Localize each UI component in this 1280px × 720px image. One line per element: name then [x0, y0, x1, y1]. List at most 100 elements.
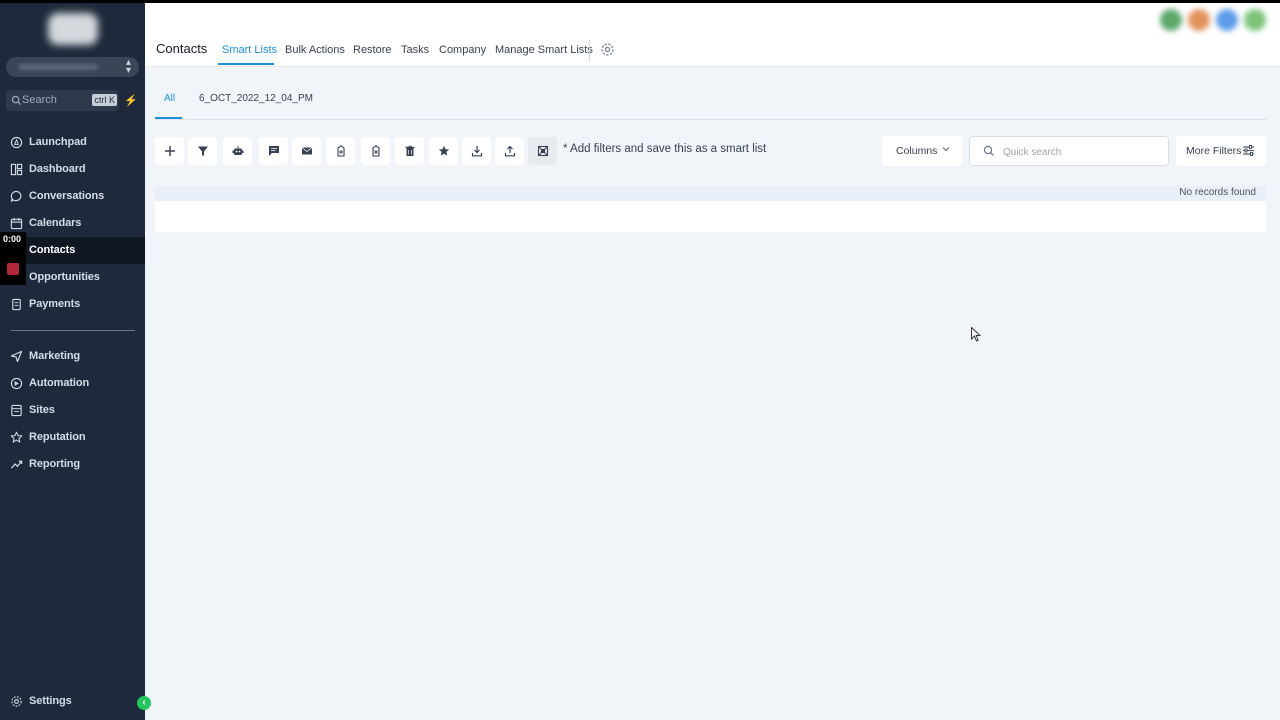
quick-search-input[interactable]: [1003, 144, 1153, 160]
search-icon: [983, 145, 994, 156]
merge-button[interactable]: [528, 137, 557, 165]
table-body: [155, 201, 1266, 232]
mail-icon: [301, 147, 312, 155]
payments-icon: [12, 298, 21, 311]
tab-tasks[interactable]: Tasks: [401, 44, 429, 56]
sidebar-item-reputation[interactable]: Reputation: [0, 424, 145, 451]
tab-restore[interactable]: Restore: [353, 44, 392, 56]
sidebar-item-settings[interactable]: Settings: [0, 688, 145, 715]
chevron-down-icon: [942, 147, 950, 152]
plus-icon: [164, 146, 175, 156]
sidebar-item-label: Settings: [29, 695, 72, 707]
account-switcher[interactable]: ▴ ▾: [6, 57, 139, 77]
filter-button[interactable]: [188, 137, 217, 165]
columns-label: Columns: [896, 145, 938, 157]
more-filters-button[interactable]: More Filters: [1176, 136, 1266, 166]
sidebar-item-dashboard[interactable]: Dashboard: [0, 156, 145, 183]
dashboard-icon: [10, 163, 23, 176]
trend-icon: [10, 460, 23, 469]
avatar[interactable]: [1160, 9, 1182, 31]
smart-list-hint: * Add filters and save this as a smart l…: [563, 143, 767, 155]
review-request-button[interactable]: [429, 137, 458, 165]
more-filters-label: More Filters: [1186, 145, 1242, 157]
sidebar-item-automation[interactable]: Automation: [0, 370, 145, 397]
sidebar-item-sites[interactable]: Sites: [0, 397, 145, 424]
sidebar-item-label: Reputation: [29, 431, 86, 443]
top-nav: Contacts Smart Lists Bulk Actions Restor…: [145, 0, 1280, 67]
sidebar-item-label: Reporting: [29, 458, 81, 470]
message-icon: [268, 146, 279, 156]
sidebar-item-label: Opportunities: [29, 271, 100, 283]
sidebar-item-label: Automation: [29, 377, 90, 389]
sidebar-item-label: Dashboard: [29, 163, 86, 175]
mouse-cursor-icon: [971, 327, 981, 342]
sidebar-item-label: Marketing: [29, 350, 81, 362]
account-name: [18, 64, 98, 70]
sidebar-item-label: Contacts: [29, 244, 76, 256]
export-button[interactable]: [462, 137, 491, 165]
send-email-button[interactable]: [292, 137, 321, 165]
page-title: Contacts: [156, 41, 208, 56]
sidebar: ▴ ▾ Search ctrl K ⚡ Launchpad Dashboard C…: [0, 0, 151, 720]
import-button[interactable]: [495, 137, 524, 165]
sidebar-item-reporting[interactable]: Reporting: [0, 451, 145, 478]
company-logo[interactable]: [48, 13, 98, 45]
search-shortcut: ctrl K: [92, 94, 117, 106]
robot-icon: [232, 146, 243, 155]
remove-tag-button[interactable]: [361, 137, 390, 165]
sliders-icon: [1243, 145, 1254, 156]
automation-icon: [10, 377, 23, 390]
sidebar-item-label: Payments: [29, 298, 81, 310]
sidebar-item-label: Sites: [29, 404, 55, 416]
sidebar-item-conversations[interactable]: Conversations: [0, 183, 145, 210]
columns-dropdown[interactable]: Columns: [882, 136, 962, 166]
tab-company[interactable]: Company: [439, 44, 486, 56]
search-icon: [11, 95, 22, 106]
add-tag-button[interactable]: [326, 137, 355, 165]
avatar[interactable]: [1244, 9, 1266, 31]
sidebar-item-launchpad[interactable]: Launchpad: [0, 129, 145, 156]
subtab-divider: [155, 119, 1267, 120]
sidebar-divider: [11, 330, 135, 331]
tag-add-icon: [336, 145, 345, 157]
star-icon: [438, 145, 449, 156]
smartlist-tab-all[interactable]: All: [164, 93, 175, 104]
updown-chevron-icon: ▴ ▾: [125, 57, 131, 76]
delete-button[interactable]: [395, 137, 424, 165]
settings-gear-icon[interactable]: [600, 42, 615, 57]
tag-remove-icon: [371, 145, 380, 157]
user-avatars[interactable]: [1160, 9, 1270, 33]
sidebar-search[interactable]: Search ctrl K: [6, 90, 119, 111]
add-contact-button[interactable]: [155, 137, 184, 165]
gear-icon: [11, 696, 22, 707]
sidebar-item-payments[interactable]: Payments: [0, 291, 145, 318]
main-content: All 6_OCT_2022_12_04_PM * Add filters an…: [145, 67, 1280, 720]
quick-actions-bolt-icon[interactable]: ⚡: [124, 93, 138, 109]
recording-timer[interactable]: 0:00: [0, 232, 26, 285]
automation-button[interactable]: [223, 137, 252, 165]
sidebar-item-label: Calendars: [29, 217, 82, 229]
tab-smart-lists[interactable]: Smart Lists: [222, 44, 277, 56]
chat-icon: [10, 190, 22, 202]
sites-icon: [11, 404, 22, 417]
tab-manage-smart-lists[interactable]: Manage Smart Lists: [495, 44, 593, 56]
send-icon: [10, 350, 23, 363]
sidebar-item-label: Conversations: [29, 190, 105, 202]
sidebar-item-marketing[interactable]: Marketing: [0, 343, 145, 370]
smartlist-tab-saved[interactable]: 6_OCT_2022_12_04_PM: [199, 93, 313, 104]
merge-icon: [537, 145, 548, 157]
sidebar-item-label: Launchpad: [29, 136, 87, 148]
send-sms-button[interactable]: [259, 137, 288, 165]
launchpad-icon: [10, 136, 23, 149]
empty-state-text: No records found: [1179, 187, 1256, 198]
trash-icon: [405, 145, 414, 156]
star-icon: [10, 431, 23, 443]
stop-recording-icon[interactable]: [7, 263, 19, 275]
upload-icon: [504, 145, 515, 157]
avatar[interactable]: [1188, 9, 1210, 31]
calendar-icon: [10, 217, 23, 230]
avatar[interactable]: [1216, 9, 1238, 31]
quick-search-box: [969, 136, 1169, 166]
timer-text: 0:00: [3, 234, 22, 244]
tab-bulk-actions[interactable]: Bulk Actions: [285, 44, 345, 56]
